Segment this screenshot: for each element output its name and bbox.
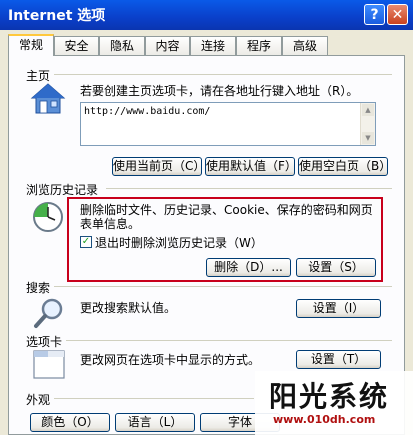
appearance-divider xyxy=(54,398,254,399)
search-divider xyxy=(54,286,392,287)
delete-on-exit-checkbox[interactable]: ✓ xyxy=(80,236,92,248)
history-settings-button[interactable]: 设置（S） xyxy=(296,258,376,277)
scroll-down-icon[interactable]: ▼ xyxy=(362,132,374,144)
tabs-group-label: 选项卡 xyxy=(26,335,63,349)
tab-connections[interactable]: 连接 xyxy=(190,36,236,55)
search-group-label: 搜索 xyxy=(26,281,51,295)
use-default-button[interactable]: 使用默认值（F） xyxy=(205,157,297,176)
home-url-scrollbar[interactable]: ▲ ▼ xyxy=(360,103,375,145)
close-button[interactable]: ✕ xyxy=(387,4,408,25)
colors-button[interactable]: 颜色（O） xyxy=(30,413,110,432)
help-button[interactable]: ? xyxy=(364,4,385,25)
history-description-line1: 删除临时文件、历史记录、Cookie、保存的密码和网页 xyxy=(80,203,373,217)
home-description: 若要创建主页选项卡，请在各地址行键入地址（R）。 xyxy=(80,84,359,98)
history-clock-icon xyxy=(33,202,63,232)
search-settings-button[interactable]: 设置（I） xyxy=(296,299,381,318)
history-group-label: 浏览历史记录 xyxy=(26,183,99,197)
site-watermark: 阳光系统 www.010dh.com xyxy=(255,371,413,435)
tabs-divider xyxy=(66,340,392,341)
tabs-settings-button[interactable]: 设置（T） xyxy=(296,350,381,369)
window-title: Internet 选项 xyxy=(8,8,106,24)
home-url-textarea[interactable]: http://www.baidu.com/ ▲ ▼ xyxy=(80,102,376,146)
tab-advanced[interactable]: 高级 xyxy=(282,36,328,55)
history-divider xyxy=(106,188,392,189)
history-description-line2: 表单信息。 xyxy=(80,217,141,231)
tab-programs[interactable]: 程序 xyxy=(236,36,282,55)
use-current-button[interactable]: 使用当前页（C） xyxy=(112,157,205,176)
delete-on-exit-label[interactable]: 退出时删除浏览历史记录（W） xyxy=(95,236,263,250)
magnifier-icon xyxy=(34,298,63,328)
title-bar[interactable]: Internet 选项 ? ✕ xyxy=(0,0,413,30)
watermark-title: 阳光系统 xyxy=(269,380,390,413)
tab-content[interactable]: 内容 xyxy=(145,36,190,55)
tabs-description: 更改网页在选项卡中显示的方式。 xyxy=(80,353,261,367)
tab-security[interactable]: 安全 xyxy=(54,36,99,55)
internet-options-window: Internet 选项 ? ✕ 常规 安全 隐私 内容 连接 程序 高级 主页 … xyxy=(0,0,413,435)
search-description: 更改搜索默认值。 xyxy=(80,301,177,315)
watermark-url: www.010dh.com xyxy=(273,413,376,426)
appearance-group-label: 外观 xyxy=(26,393,51,407)
delete-history-button[interactable]: 删除（D）... xyxy=(206,258,291,277)
home-divider xyxy=(54,74,392,75)
home-url-value: http://www.baidu.com/ xyxy=(84,106,211,117)
use-blank-button[interactable]: 使用空白页（B） xyxy=(298,157,391,176)
tab-general[interactable]: 常规 xyxy=(8,34,54,56)
tab-privacy[interactable]: 隐私 xyxy=(99,36,145,55)
tabs-window-icon xyxy=(33,350,65,379)
scroll-up-icon[interactable]: ▲ xyxy=(362,104,374,116)
languages-button[interactable]: 语言（L） xyxy=(115,413,195,432)
home-icon xyxy=(30,83,66,114)
